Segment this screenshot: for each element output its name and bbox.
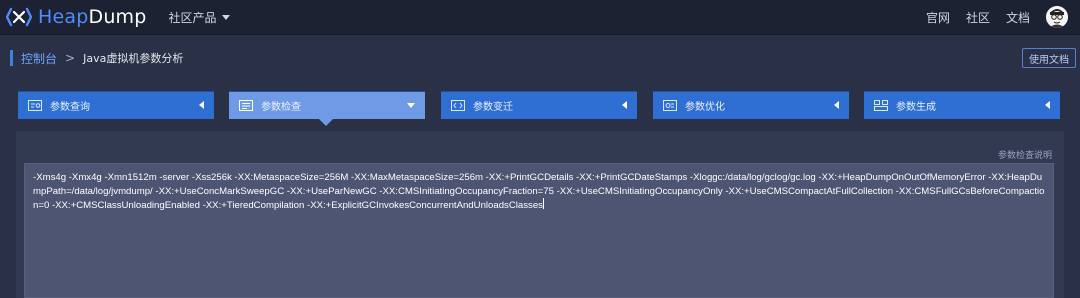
nav-official-site[interactable]: 官网 — [926, 9, 950, 26]
tab-label: 参数优化 — [685, 101, 725, 113]
caret-left-icon — [1045, 101, 1050, 109]
active-tab-pointer — [319, 119, 333, 126]
caret-down-icon — [407, 103, 415, 108]
breadcrumb-accent-bar — [10, 50, 13, 66]
user-avatar-icon — [1046, 6, 1068, 28]
caret-left-icon — [622, 101, 627, 109]
jvm-params-text: -Xms4g -Xmx4g -Xmn1512m -server -Xss256k… — [33, 172, 1045, 211]
nav-docs[interactable]: 文档 — [1006, 9, 1030, 26]
generate-icon — [874, 99, 888, 111]
heapdump-logo[interactable]: HeapDump — [6, 6, 147, 28]
tab-label: 参数变迁 — [473, 101, 513, 113]
feature-tabs: 参数查询 参数检查 参数变迁 参数优化 参数生成 — [0, 91, 1080, 119]
product-menu[interactable]: 社区产品 — [169, 9, 230, 26]
tab-label: 参数查询 — [50, 101, 90, 113]
top-navbar: HeapDump 社区产品 官网 社区 文档 — [0, 0, 1080, 35]
checklist-icon — [239, 99, 253, 111]
caret-left-icon — [834, 101, 839, 109]
param-check-help-link[interactable]: 参数检查说明 — [998, 148, 1052, 161]
logo-icon — [6, 7, 32, 27]
top-nav-links: 官网 社区 文档 — [910, 0, 1068, 34]
tab-param-history[interactable]: 参数变迁 — [441, 91, 637, 119]
param-check-panel: 参数检查说明 -Xms4g -Xmx4g -Xmn1512m -server -… — [16, 131, 1064, 298]
tab-label: 参数生成 — [896, 101, 936, 113]
logo-text: HeapDump — [38, 6, 147, 28]
jvm-params-input[interactable]: -Xms4g -Xmx4g -Xmn1512m -server -Xss256k… — [24, 163, 1054, 298]
optimize-icon — [663, 99, 677, 111]
search-doc-icon — [28, 99, 42, 111]
tab-param-check[interactable]: 参数检查 — [229, 91, 425, 119]
usage-docs-button[interactable]: 使用文档 — [1022, 48, 1076, 68]
tab-label: 参数检查 — [261, 101, 301, 113]
breadcrumb-console-link[interactable]: 控制台 — [21, 50, 57, 67]
breadcrumb-separator: > — [65, 51, 76, 65]
tab-param-optimize[interactable]: 参数优化 — [653, 91, 849, 119]
text-cursor — [542, 198, 544, 209]
code-brackets-icon — [451, 99, 465, 111]
caret-left-icon — [199, 101, 204, 109]
page-title: Java虚拟机参数分析 — [83, 52, 184, 65]
avatar[interactable] — [1046, 6, 1068, 28]
product-menu-label: 社区产品 — [168, 10, 217, 25]
breadcrumb: 控制台 > Java虚拟机参数分析 使用文档 — [0, 35, 1080, 81]
chevron-down-icon — [221, 14, 230, 20]
nav-community[interactable]: 社区 — [966, 9, 990, 26]
tab-param-generate[interactable]: 参数生成 — [864, 91, 1060, 119]
tab-param-query[interactable]: 参数查询 — [18, 91, 214, 119]
